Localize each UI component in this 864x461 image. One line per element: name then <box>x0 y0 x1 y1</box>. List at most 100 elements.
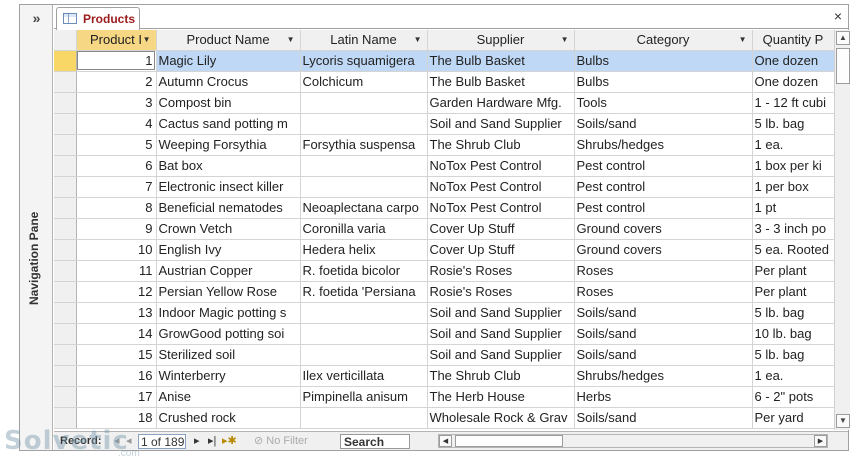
table-row[interactable]: 15 Sterilized soil Soil and Sand Supplier S… <box>54 344 834 366</box>
product-id-cell[interactable]: 14 <box>76 323 157 345</box>
table-row[interactable]: 2 Autumn Crocus Colchicum The Bulb Basket Bu… <box>54 71 834 93</box>
table-row[interactable]: 5 Weeping Forsythia Forsythia suspensa The … <box>54 134 834 156</box>
quantity-cell[interactable]: 1 per box <box>752 176 834 198</box>
table-row[interactable]: 3 Compost bin Garden Hardware Mfg. Tools 1 -… <box>54 92 834 114</box>
product-id-cell[interactable]: 13 <box>76 302 157 324</box>
product-id-cell[interactable]: 18 <box>76 407 157 429</box>
supplier-cell[interactable]: Soil and Sand Supplier <box>427 344 575 366</box>
quantity-cell[interactable]: 10 lb. bag <box>752 323 834 345</box>
product-id-cell[interactable]: 8 <box>76 197 157 219</box>
category-cell[interactable]: Soils/sand <box>574 323 753 345</box>
product-name-cell[interactable]: Sterilized soil <box>156 344 301 366</box>
record-selector[interactable] <box>54 197 77 219</box>
latin-name-cell[interactable]: R. foetida 'Persiana <box>300 281 428 303</box>
column-header-supplier[interactable]: Supplier ▼ <box>427 30 575 51</box>
product-id-cell[interactable]: 9 <box>76 218 157 240</box>
table-row[interactable]: 16 Winterberry Ilex verticillata The Shrub … <box>54 365 834 387</box>
record-selector[interactable] <box>54 407 77 429</box>
record-selector[interactable] <box>54 302 77 324</box>
product-id-cell[interactable]: 2 <box>76 71 157 93</box>
sort-dropdown-icon[interactable]: ▼ <box>143 35 151 44</box>
product-name-cell[interactable]: Autumn Crocus <box>156 71 301 93</box>
table-row[interactable]: 8 Beneficial nematodes Neoaplectana carpo N… <box>54 197 834 219</box>
quantity-cell[interactable]: 1 box per ki <box>752 155 834 177</box>
record-selector[interactable] <box>54 365 77 387</box>
latin-name-cell[interactable]: Lycoris squamigera <box>300 50 428 72</box>
scroll-right-icon[interactable]: ▶ <box>814 435 827 447</box>
category-cell[interactable]: Ground covers <box>574 239 753 261</box>
table-row[interactable]: 10 English Ivy Hedera helix Cover Up Stuff G… <box>54 239 834 261</box>
supplier-cell[interactable]: NoTox Pest Control <box>427 176 575 198</box>
scroll-left-icon[interactable]: ◀ <box>439 435 452 447</box>
quantity-cell[interactable]: One dozen <box>752 50 834 72</box>
record-selector[interactable] <box>54 71 77 93</box>
supplier-cell[interactable]: Rosie's Roses <box>427 281 575 303</box>
quantity-cell[interactable]: 1 ea. <box>752 365 834 387</box>
record-selector[interactable] <box>54 239 77 261</box>
supplier-cell[interactable]: The Shrub Club <box>427 365 575 387</box>
latin-name-cell[interactable] <box>300 344 428 366</box>
product-name-cell[interactable]: Beneficial nematodes <box>156 197 301 219</box>
latin-name-cell[interactable]: Pimpinella anisum <box>300 386 428 408</box>
product-id-cell[interactable]: 10 <box>76 239 157 261</box>
record-selector[interactable] <box>54 386 77 408</box>
supplier-cell[interactable]: NoTox Pest Control <box>427 197 575 219</box>
record-selector[interactable] <box>54 176 77 198</box>
product-name-cell[interactable]: Bat box <box>156 155 301 177</box>
category-cell[interactable]: Soils/sand <box>574 344 753 366</box>
latin-name-cell[interactable] <box>300 155 428 177</box>
scroll-thumb[interactable] <box>455 435 563 447</box>
supplier-cell[interactable]: Soil and Sand Supplier <box>427 323 575 345</box>
table-row[interactable]: 12 Persian Yellow Rose R. foetida 'Persian… <box>54 281 834 303</box>
product-name-cell[interactable]: Crown Vetch <box>156 218 301 240</box>
product-id-cell[interactable]: 1 <box>76 50 157 72</box>
quantity-cell[interactable]: Per plant <box>752 281 834 303</box>
column-header-product-name[interactable]: Product Name ▼ <box>156 30 301 51</box>
quantity-cell[interactable]: 1 - 12 ft cubi <box>752 92 834 114</box>
latin-name-cell[interactable]: Neoaplectana carpo <box>300 197 428 219</box>
product-id-cell[interactable]: 7 <box>76 176 157 198</box>
supplier-cell[interactable]: The Bulb Basket <box>427 50 575 72</box>
table-row[interactable]: 6 Bat box NoTox Pest Control Pest control 1 … <box>54 155 834 177</box>
category-cell[interactable]: Shrubs/hedges <box>574 134 753 156</box>
product-id-cell[interactable]: 3 <box>76 92 157 114</box>
supplier-cell[interactable]: The Bulb Basket <box>427 71 575 93</box>
latin-name-cell[interactable] <box>300 407 428 429</box>
product-name-cell[interactable]: Cactus sand potting m <box>156 113 301 135</box>
latin-name-cell[interactable] <box>300 113 428 135</box>
scroll-thumb[interactable] <box>836 48 850 84</box>
scroll-up-icon[interactable]: ▲ <box>836 31 850 45</box>
product-id-cell[interactable]: 6 <box>76 155 157 177</box>
quantity-cell[interactable]: Per plant <box>752 260 834 282</box>
product-name-cell[interactable]: Crushed rock <box>156 407 301 429</box>
quantity-cell[interactable]: 3 - 3 inch po <box>752 218 834 240</box>
quantity-cell[interactable]: 5 lb. bag <box>752 113 834 135</box>
quantity-cell[interactable]: Per yard <box>752 407 834 429</box>
product-id-cell[interactable]: 17 <box>76 386 157 408</box>
supplier-cell[interactable]: The Shrub Club <box>427 134 575 156</box>
product-name-cell[interactable]: Compost bin <box>156 92 301 114</box>
scroll-down-icon[interactable]: ▼ <box>836 414 850 428</box>
product-name-cell[interactable]: Electronic insect killer <box>156 176 301 198</box>
supplier-cell[interactable]: Cover Up Stuff <box>427 239 575 261</box>
product-name-cell[interactable]: Anise <box>156 386 301 408</box>
record-selector[interactable] <box>54 218 77 240</box>
record-selector[interactable] <box>54 260 77 282</box>
table-row[interactable]: 4 Cactus sand potting m Soil and Sand Supp… <box>54 113 834 135</box>
latin-name-cell[interactable]: Ilex verticillata <box>300 365 428 387</box>
column-header-product-id[interactable]: Product I ▼ <box>76 30 157 51</box>
latin-name-cell[interactable] <box>300 176 428 198</box>
table-row[interactable]: 1 Magic Lily Lycoris squamigera The Bulb Ba… <box>54 50 834 72</box>
product-id-cell[interactable]: 16 <box>76 365 157 387</box>
search-input[interactable]: Search <box>340 434 410 449</box>
category-cell[interactable]: Bulbs <box>574 71 753 93</box>
quantity-cell[interactable]: 1 pt <box>752 197 834 219</box>
current-record-field[interactable]: 1 of 189 <box>138 434 186 449</box>
latin-name-cell[interactable]: Forsythia suspensa <box>300 134 428 156</box>
category-cell[interactable]: Soils/sand <box>574 407 753 429</box>
dropdown-icon[interactable]: ▼ <box>561 35 569 44</box>
quantity-cell[interactable]: One dozen <box>752 71 834 93</box>
product-id-cell[interactable]: 11 <box>76 260 157 282</box>
supplier-cell[interactable]: Rosie's Roses <box>427 260 575 282</box>
dropdown-icon[interactable]: ▼ <box>414 35 422 44</box>
